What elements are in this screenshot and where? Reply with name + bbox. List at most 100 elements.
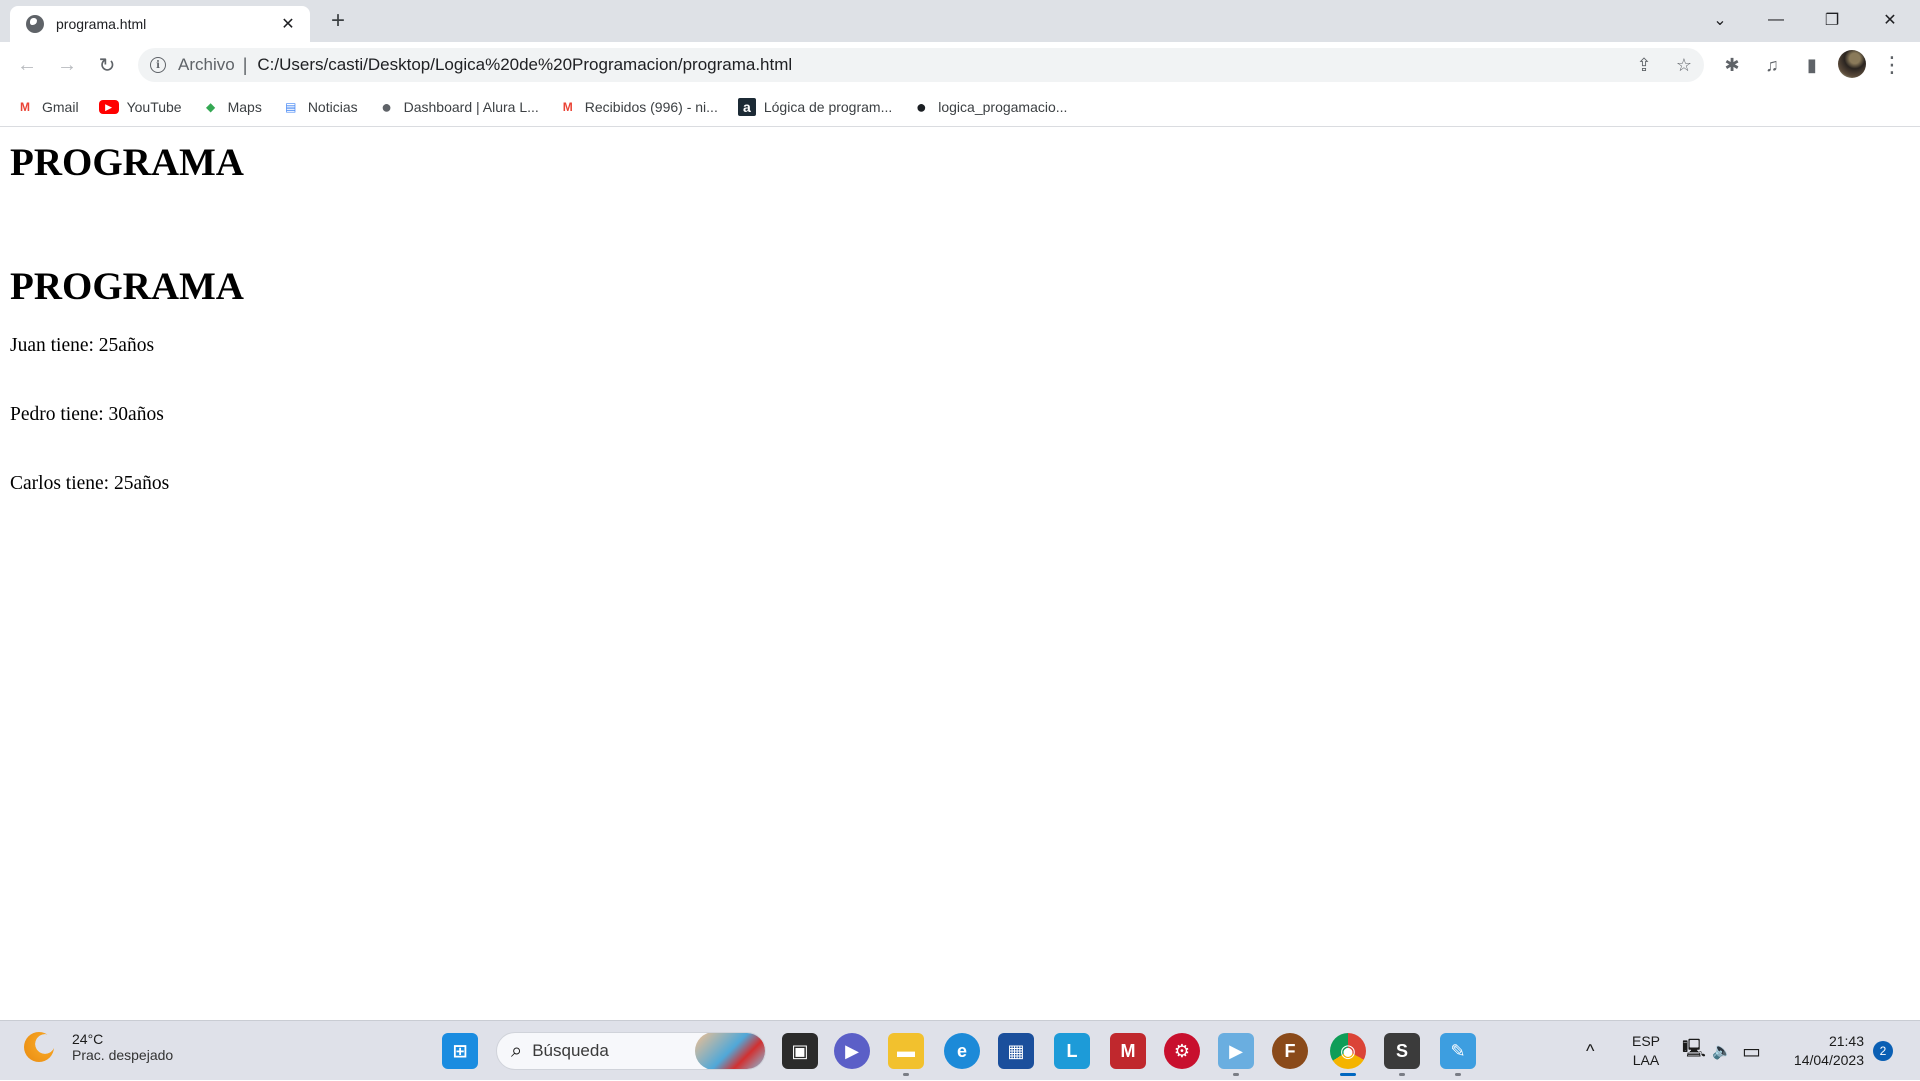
back-button[interactable]: ← [12,50,42,80]
share-icon[interactable]: ⇪ [1624,55,1664,76]
bookmark-item[interactable]: M Gmail [16,99,79,115]
minimize-button[interactable]: — [1748,0,1804,40]
taskbar-app-file-explorer[interactable]: ▬ [888,1033,924,1069]
running-indicator [1233,1073,1239,1076]
age-line-pedro: Pedro tiene: 30años [10,404,164,425]
bookmark-label: Recibidos (996) - ni... [584,99,718,115]
mcafee-icon: M [1120,1040,1136,1061]
taskbar-app-task-view[interactable]: ▣ [782,1033,818,1069]
menu-icon[interactable]: ⋮ [1876,50,1908,80]
weather-widget[interactable]: 24°C Prac. despejado [24,1031,173,1063]
address-bar[interactable]: i Archivo | C:/Users/casti/Desktop/Logic… [138,48,1704,82]
start-icon: ⊞ [452,1040,468,1061]
tab-programa[interactable]: programa.html ✕ [10,6,310,42]
extensions-icon[interactable]: ✱ [1716,50,1748,80]
age-line-juan: Juan tiene: 25años [10,335,155,356]
url-text[interactable]: C:/Users/casti/Desktop/Logica%20de%20Pro… [257,55,1624,75]
close-tab-icon[interactable]: ✕ [278,14,298,34]
taskbar-app-crossfire[interactable]: F [1272,1033,1308,1069]
bookmark-item[interactable]: ◆ Maps [202,99,262,115]
bookmark-item[interactable]: ● Dashboard | Alura L... [378,96,539,117]
taskbar-app-edge[interactable]: e [944,1033,980,1069]
bookmark-star-icon[interactable]: ☆ [1664,55,1704,76]
taskbar-app-chrome[interactable]: ◉ [1330,1033,1366,1069]
age-line-carlos: Carlos tiene: 25años [10,473,170,494]
page-content: PROGRAMA PROGRAMA Juan tiene: 25años Ped… [0,127,1920,1020]
battery-icon[interactable]: ▭ [1742,1021,1761,1081]
notification-badge[interactable]: 2 [1873,1041,1893,1061]
network-glyph: 🖳 [1682,1038,1707,1058]
keyboard-layout: LAA [1632,1052,1660,1068]
search-icon: ⌕ [511,1039,523,1062]
bookmark-item[interactable]: ● logica_progamacio... [912,96,1068,117]
bookmark-label: YouTube [126,99,182,115]
bookmark-item[interactable]: M Recibidos (996) - ni... [559,99,718,115]
task-view-icon: ▣ [791,1040,809,1061]
running-indicator [1340,1073,1356,1076]
bookmark-item[interactable]: a Lógica de program... [737,98,893,116]
forward-button[interactable]: → [52,50,82,80]
profile-avatar[interactable] [1838,50,1866,78]
tab-search-chevron-icon[interactable]: ⌄ [1692,0,1748,40]
gmail-icon: M [20,100,30,114]
media-control-icon[interactable]: ♫ [1756,50,1788,80]
taskbar-app-microsoft-store[interactable]: ▦ [998,1033,1034,1069]
globe-icon [26,15,44,33]
news-icon: ▤ [285,100,297,114]
taskbar-app-teams-chat[interactable]: ▶ [834,1033,870,1069]
edge-icon: e [956,1040,967,1061]
paint-icon: ✎ [1450,1040,1466,1061]
language-indicator[interactable]: ESP LAA [1632,1032,1660,1070]
page-heading: PROGRAMA [10,141,244,184]
volume-icon[interactable]: 🔈 [1712,1021,1732,1081]
alura-icon: a [737,98,756,116]
tab-title: programa.html [56,16,147,32]
bookmark-item[interactable]: ▶ YouTube [98,99,182,115]
media-player-icon: ▶ [1229,1040,1243,1061]
file-explorer-icon: ▬ [897,1040,915,1061]
bookmark-item[interactable]: ▤ Noticias [282,99,358,115]
weather-condition: Prac. despejado [72,1047,174,1063]
globe-icon: ● [381,96,393,117]
windows-taskbar: 24°C Prac. despejado ⊞ ▣ ▶ ▬ e ▦ L M ⚙ ▶ F ◉ S ✎ ⌕ Bú… [0,1020,1920,1080]
bookmark-label: Gmail [42,99,79,115]
taskbar-app-start[interactable]: ⊞ [442,1033,478,1069]
running-indicator [1399,1073,1405,1076]
network-icon[interactable]: 🖳 [1682,1021,1706,1081]
tab-strip: programa.html ✕ + ⌄ — ❐ ✕ [0,0,1920,42]
microsoft-store-icon: ▦ [1007,1040,1025,1061]
taskbar-search[interactable]: ⌕ Búsqueda [496,1032,766,1070]
gmail-icon: M [562,100,573,114]
chrome-icon: ◉ [1340,1040,1356,1061]
tray-overflow-icon[interactable]: ^ [1586,1021,1594,1081]
taskbar-app-l-app[interactable]: L [1054,1033,1090,1069]
restore-button[interactable]: ❐ [1804,0,1860,40]
taskbar-app-paint[interactable]: ✎ [1440,1033,1476,1069]
scheme-label: Archivo [178,55,235,74]
page-heading: PROGRAMA [10,265,244,308]
reload-button[interactable]: ↻ [92,50,122,80]
bookmark-label: Noticias [307,99,358,115]
scheme-separator: | [242,54,248,75]
search-highlight-image [695,1033,765,1069]
bookmark-label: Maps [227,99,262,115]
taskbar-app-driver-booster[interactable]: ⚙ [1164,1033,1200,1069]
chevron-up-icon: ^ [1586,1040,1595,1061]
crossfire-icon: F [1284,1040,1296,1061]
clock[interactable]: 21:43 14/04/2023 [1794,1032,1864,1070]
clock-date: 14/04/2023 [1793,1052,1864,1068]
bookmark-label: Lógica de program... [763,99,893,115]
side-panel-icon[interactable]: ▮ [1796,50,1828,80]
maps-icon: ◆ [205,100,216,114]
github-icon: ● [915,96,927,117]
taskbar-app-mcafee[interactable]: M [1110,1033,1146,1069]
weather-moon-icon [24,1032,54,1062]
bookmark-label: Dashboard | Alura L... [403,99,539,115]
new-tab-button[interactable]: + [324,8,352,36]
weather-temperature: 24°C [72,1031,104,1047]
taskbar-app-media-player[interactable]: ▶ [1218,1033,1254,1069]
taskbar-app-sublime-text[interactable]: S [1384,1033,1420,1069]
sublime-text-icon: S [1395,1040,1408,1061]
close-window-button[interactable]: ✕ [1862,0,1918,40]
info-icon[interactable]: i [150,57,166,73]
